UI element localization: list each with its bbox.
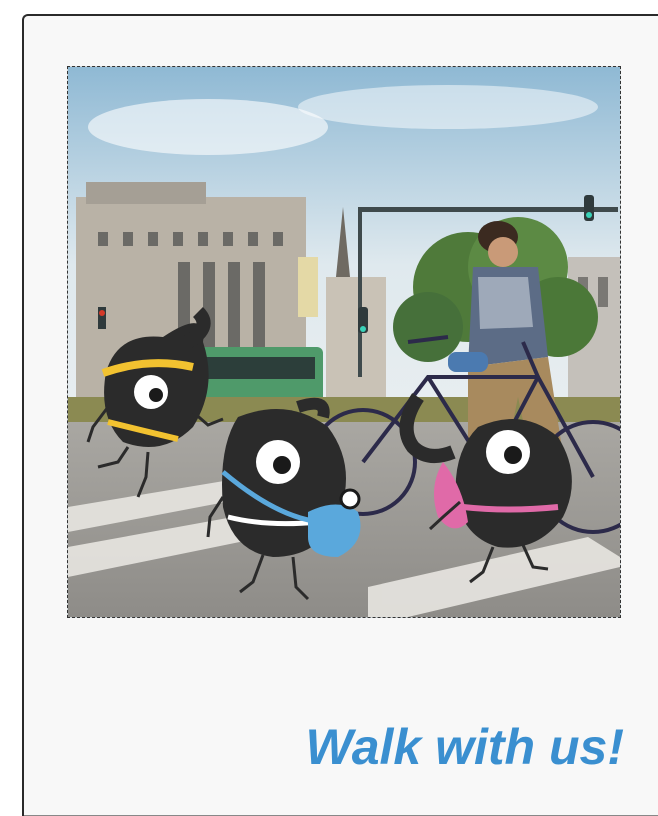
caption-title: Walk with us! [305, 719, 624, 775]
street-scene [68, 67, 620, 617]
street-photo [67, 66, 621, 618]
